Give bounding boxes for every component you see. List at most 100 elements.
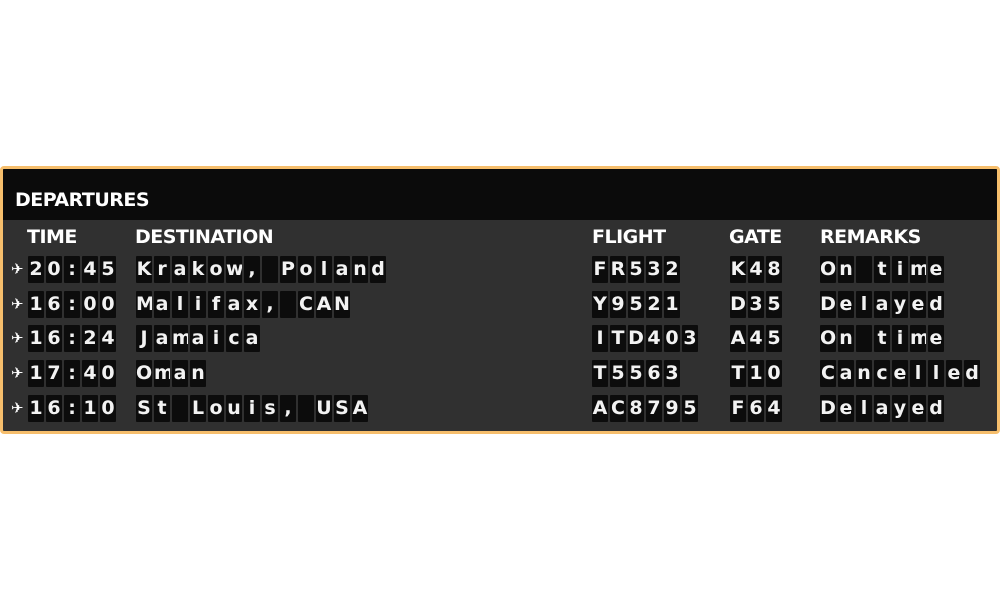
flap-cell — [856, 256, 872, 283]
cell-time: 20:45 — [28, 256, 116, 283]
flap-cell: 7 — [646, 394, 662, 422]
departure-row: ✈ 1 6:1 0 St Louis, USAAC8795F64Delayed — [3, 394, 997, 423]
flap-cell: a — [172, 256, 188, 283]
flap-cell: F — [592, 256, 608, 283]
cell-flight: Y9521 — [592, 290, 680, 318]
departure-row: ✈20:45Krakow, PolandFR532K48On time — [3, 256, 997, 284]
flap-cell — [172, 394, 188, 422]
flap-cell: l — [172, 290, 188, 318]
flap-cell: l — [928, 360, 944, 388]
flap-cell: m — [910, 325, 926, 353]
flap-cell: , — [262, 290, 278, 318]
flap-cell: s — [262, 394, 278, 422]
cell-gate: T10 — [730, 360, 782, 388]
flap-cell: C — [610, 394, 626, 422]
flap-cell: A — [316, 290, 332, 318]
flap-cell: T — [730, 360, 746, 388]
flap-cell: i — [244, 394, 260, 422]
cell-destination: Oman — [136, 360, 206, 388]
flap-cell: 4 — [748, 325, 764, 353]
flap-cell: i — [208, 325, 224, 353]
flap-cell: d — [370, 256, 386, 283]
flap-cell: , — [244, 256, 260, 283]
flap-cell: K — [730, 256, 746, 283]
flap-cell: e — [928, 325, 944, 353]
flap-cell: 0 — [766, 360, 782, 388]
flap-cell: R — [610, 256, 626, 283]
flap-cell: t — [154, 394, 170, 422]
flap-cell: 6 — [748, 394, 764, 422]
flap-cell: M — [136, 290, 152, 318]
flap-cell: : — [64, 290, 80, 318]
flap-cell: t — [874, 325, 890, 353]
flap-cell: l — [856, 290, 872, 318]
flap-cell: J — [136, 325, 152, 353]
departure-row: ✈17:40OmanT5563T10Cancelled — [3, 360, 997, 388]
flap-cell: 0 — [100, 394, 116, 422]
cell-remarks: Cancelled — [820, 360, 980, 388]
flap-cell: 5 — [766, 325, 782, 353]
flap-cell: 1 — [82, 394, 98, 422]
flap-cell: 2 — [82, 325, 98, 353]
flap-cell: D — [820, 394, 836, 422]
flap-cell: 5 — [628, 360, 644, 388]
flap-cell: e — [928, 256, 944, 283]
flap-cell: Y — [592, 290, 608, 318]
flap-cell: 5 — [628, 256, 644, 283]
flap-cell: L — [190, 394, 206, 422]
flap-cell: o — [208, 394, 224, 422]
flap-cell: a — [874, 394, 890, 422]
flap-cell: A — [352, 394, 368, 422]
flap-cell: e — [910, 394, 926, 422]
flap-cell: I — [592, 325, 608, 353]
flap-cell: d — [928, 290, 944, 318]
flap-cell: : — [64, 360, 80, 388]
cell-flight: AC8795 — [592, 394, 698, 422]
flap-cell: o — [208, 256, 224, 283]
flap-cell: 1 — [664, 290, 680, 318]
airplane-icon: ✈ — [11, 260, 24, 278]
flap-cell: u — [226, 394, 242, 422]
flap-cell: l — [316, 256, 332, 283]
flap-cell: T — [592, 360, 608, 388]
flap-cell: m — [910, 256, 926, 283]
flap-cell: 0 — [46, 256, 62, 283]
flap-cell: y — [892, 290, 908, 318]
column-header-flight: FLIGHT — [592, 226, 666, 248]
flap-cell: 1 — [28, 394, 44, 422]
cell-remarks: Delayed — [820, 290, 944, 318]
cell-remarks: On time — [820, 325, 944, 353]
flap-cell: a — [154, 325, 170, 353]
flap-cell: C — [298, 290, 314, 318]
flap-cell: C — [820, 360, 836, 388]
flap-cell: d — [964, 360, 980, 388]
flap-cell: r — [154, 256, 170, 283]
cell-gate: F64 — [730, 394, 782, 422]
flap-cell: e — [910, 290, 926, 318]
flap-cell: a — [334, 256, 350, 283]
cell-destination: St Louis, USA — [136, 394, 368, 422]
flap-cell: m — [154, 360, 170, 388]
flap-cell: 4 — [100, 325, 116, 353]
flap-cell: 0 — [100, 360, 116, 388]
flap-cell: 5 — [682, 394, 698, 422]
flap-cell: x — [244, 290, 260, 318]
flap-cell: O — [136, 360, 152, 388]
flap-cell: : — [64, 394, 80, 422]
flap-cell: a — [244, 325, 260, 353]
cell-time: 16:10 — [28, 394, 116, 422]
flap-cell: 4 — [82, 256, 98, 283]
flap-cell: D — [730, 290, 746, 318]
flap-cell: l — [910, 360, 926, 388]
flap-cell: 8 — [766, 256, 782, 283]
flap-cell: o — [298, 256, 314, 283]
flap-cell: f — [208, 290, 224, 318]
flap-cell: D — [628, 325, 644, 353]
flap-cell: y — [892, 394, 908, 422]
flap-cell: c — [226, 325, 242, 353]
flap-cell: 5 — [100, 256, 116, 283]
flap-cell: 1 — [28, 290, 44, 318]
flap-cell: t — [874, 256, 890, 283]
flap-cell: 3 — [682, 325, 698, 353]
flap-cell: 3 — [646, 256, 662, 283]
